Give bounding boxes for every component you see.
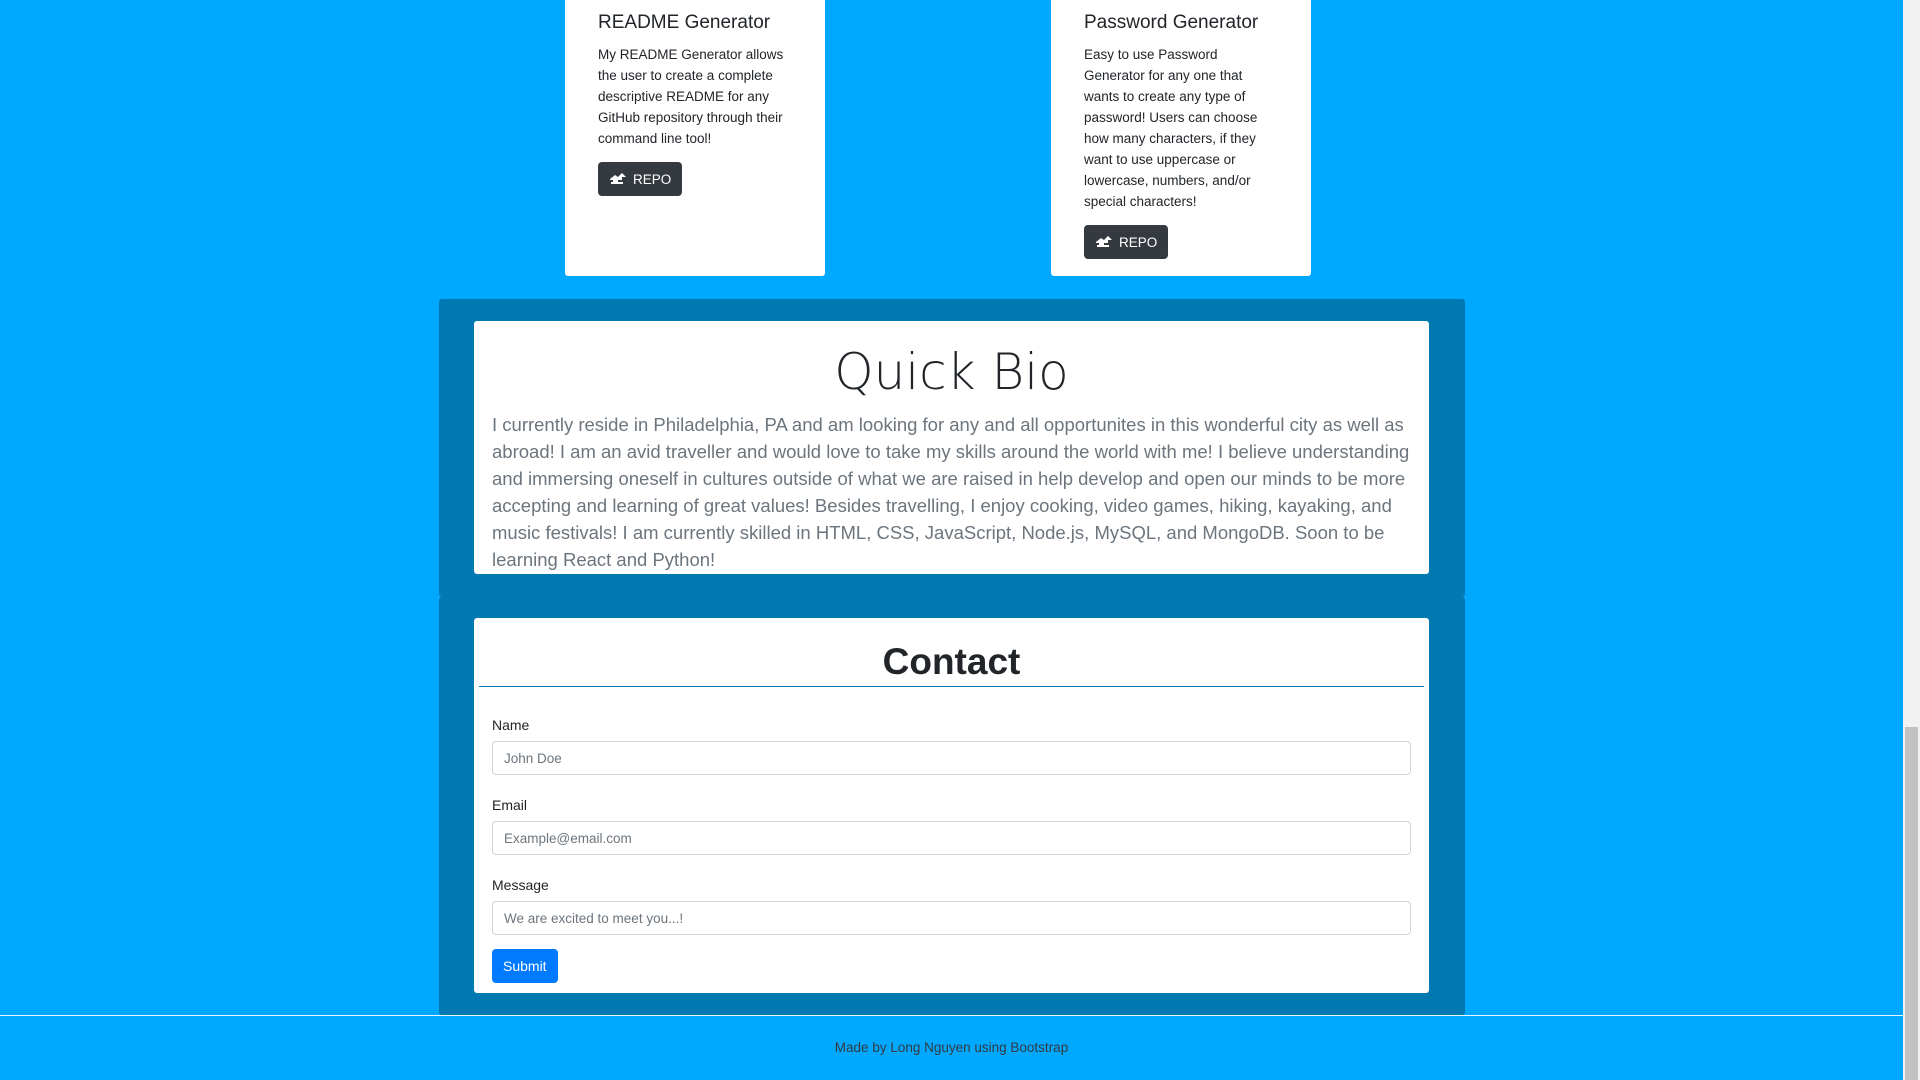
page: README Generator My README Generator all… <box>0 0 1903 1080</box>
project-title: README Generator <box>598 12 771 33</box>
project-description: My README Generator allows the user to c… <box>598 47 784 146</box>
submit-button[interactable]: Submit <box>492 949 558 983</box>
bio-section: Quick Bio I currently reside in Philadel… <box>439 299 1465 597</box>
contact-form: Name Email Message Submit <box>474 687 1429 983</box>
project-title: Password Generator <box>1084 12 1259 33</box>
contact-section: Contact Name Email Message Submit <box>439 597 1465 1015</box>
name-label: Name <box>492 717 530 733</box>
repo-button-label: REPO <box>1119 234 1158 250</box>
vertical-scrollbar[interactable] <box>1903 0 1920 1080</box>
name-input[interactable] <box>492 741 1411 775</box>
bio-title: Quick Bio <box>834 343 1069 401</box>
email-input[interactable] <box>492 821 1411 855</box>
footer-divider <box>0 1015 1903 1016</box>
github-icon <box>1095 234 1113 251</box>
email-label: Email <box>492 797 528 813</box>
footer-text: Made by Long Nguyen using Bootstrap <box>834 1040 1069 1055</box>
bio-card: Quick Bio I currently reside in Philadel… <box>474 321 1429 574</box>
repo-button-label: REPO <box>633 171 672 187</box>
contact-title: Contact <box>479 638 1424 687</box>
repo-button[interactable]: REPO <box>598 162 683 196</box>
bio-text: I currently reside in Philadelphia, PA a… <box>492 414 1410 570</box>
repo-button[interactable]: REPO <box>1084 225 1169 259</box>
message-label: Message <box>492 877 549 893</box>
message-input[interactable] <box>492 901 1411 935</box>
github-icon <box>609 171 627 188</box>
contact-card: Contact Name Email Message Submit <box>474 618 1429 993</box>
project-description: Easy to use Password Generator for any o… <box>1084 47 1258 209</box>
scrollbar-thumb[interactable] <box>1905 727 1918 1080</box>
project-card-password: Password Generator Easy to use Password … <box>1051 0 1311 276</box>
project-card-readme: README Generator My README Generator all… <box>565 0 825 276</box>
